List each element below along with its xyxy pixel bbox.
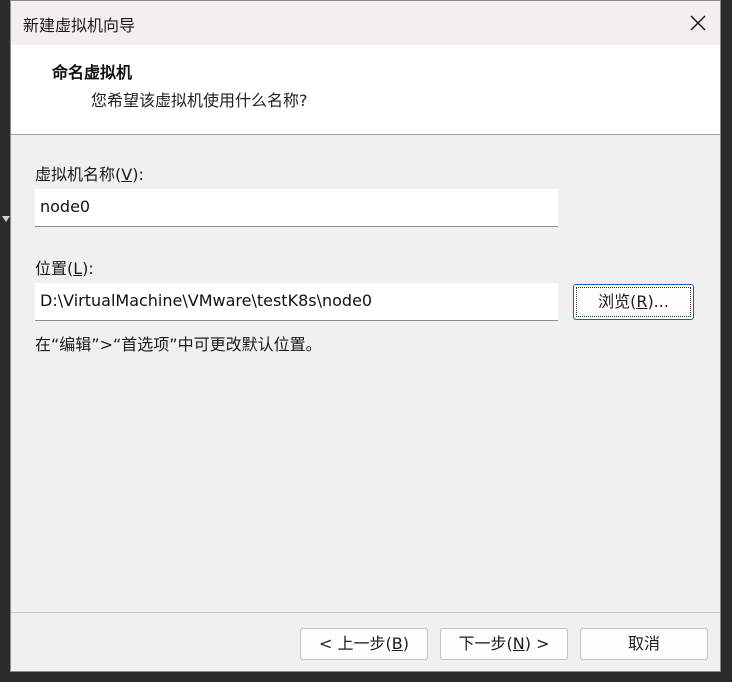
cancel-button[interactable]: 取消 [580,628,708,660]
title-bar: 新建虚拟机向导 [11,1,720,45]
new-vm-wizard-dialog: 新建虚拟机向导 命名虚拟机 您希望该虚拟机使用什么名称? 虚拟机名称(V): n… [10,0,721,672]
vm-name-input[interactable]: node0 [35,189,558,227]
location-accesskey: L [73,259,83,278]
footer-divider [11,612,720,613]
browse-button[interactable]: 浏览(R)... [573,284,694,320]
wizard-header: 命名虚拟机 您希望该虚拟机使用什么名称? [11,45,720,135]
close-icon [690,15,706,31]
next-button[interactable]: 下一步(N) > [440,628,568,660]
vm-name-label: 虚拟机名称(V): [35,165,144,184]
page-title: 命名虚拟机 [52,63,133,82]
location-label: 位置(L): [35,259,94,278]
vm-name-accesskey: V [121,165,133,184]
page-subtitle: 您希望该虚拟机使用什么名称? [91,91,308,110]
side-caret-icon [2,216,10,222]
location-input[interactable]: D:\VirtualMachine\VMware\testK8s\node0 [35,283,558,321]
location-hint: 在“编辑”>“首选项”中可更改默认位置。 [35,335,322,354]
window-title: 新建虚拟机向导 [23,16,136,35]
close-button[interactable] [674,1,720,45]
back-button[interactable]: < 上一步(B) [300,628,428,660]
